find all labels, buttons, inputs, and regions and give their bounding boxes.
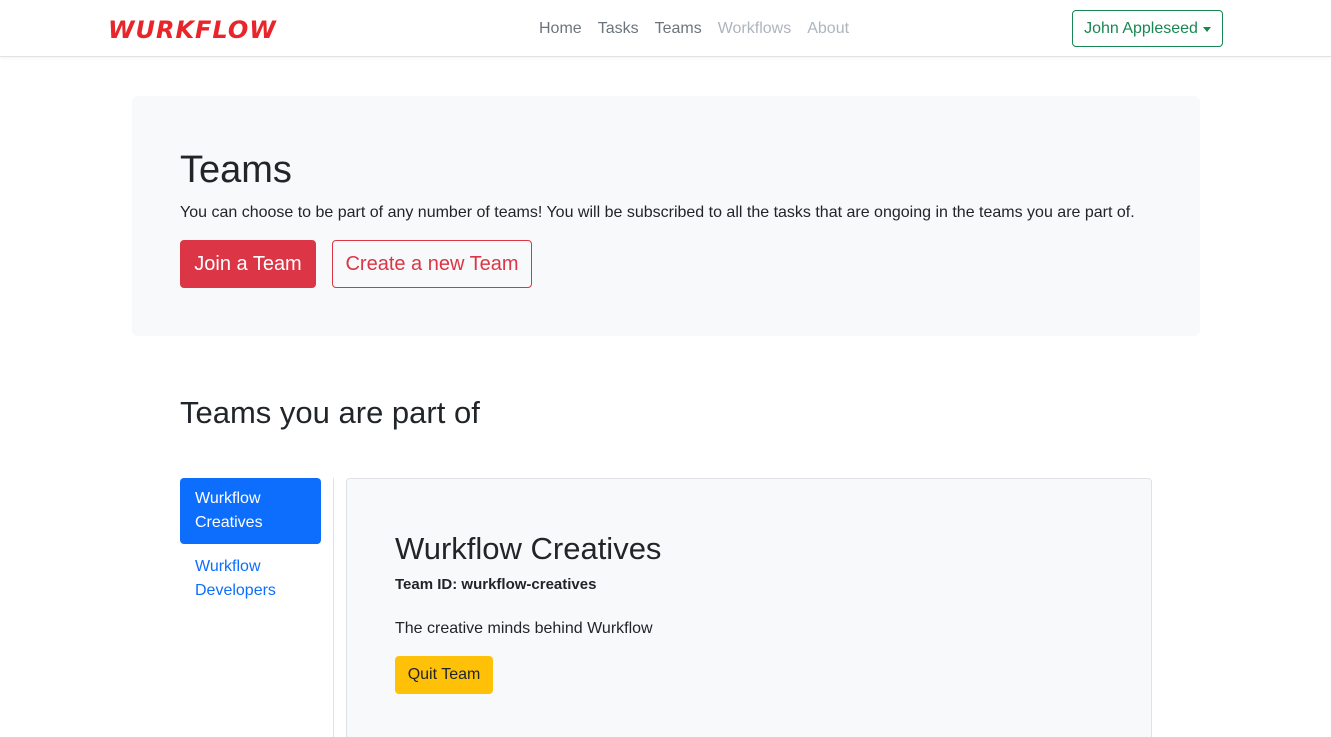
create-team-button[interactable]: Create a new Team <box>332 240 532 288</box>
nav-link-about[interactable]: About <box>807 18 849 40</box>
team-list: Wurkflow Creatives Wurkflow Developers <box>180 478 321 614</box>
hero-description: You can choose to be part of any number … <box>180 204 1135 221</box>
user-menu-button[interactable]: John Appleseed <box>1072 10 1223 47</box>
nav-link-workflows[interactable]: Workflows <box>718 18 792 40</box>
user-name: John Appleseed <box>1084 19 1198 37</box>
team-list-item-creatives[interactable]: Wurkflow Creatives <box>180 478 321 544</box>
section-title: Teams you are part of <box>180 395 480 430</box>
nav-link-teams[interactable]: Teams <box>655 18 702 40</box>
team-id: Team ID: wurkflow-creatives <box>395 576 597 593</box>
brand-logo[interactable]: WURKFLOW <box>108 15 277 45</box>
team-list-item-developers[interactable]: Wurkflow Developers <box>180 546 321 612</box>
team-name: Wurkflow Creatives <box>395 531 662 566</box>
nav-link-home[interactable]: Home <box>539 18 582 40</box>
caret-down-icon <box>1202 27 1211 32</box>
team-detail-card: Wurkflow Creatives Team ID: wurkflow-cre… <box>346 478 1152 737</box>
quit-team-button[interactable]: Quit Team <box>395 656 493 694</box>
main-nav: Home Tasks Teams Workflows About <box>539 18 849 40</box>
page-title: Teams <box>180 149 292 191</box>
team-description: The creative minds behind Wurkflow <box>395 620 653 637</box>
join-team-button[interactable]: Join a Team <box>180 240 316 288</box>
top-navbar: WURKFLOW Home Tasks Teams Workflows Abou… <box>0 0 1331 57</box>
teams-hero: Teams You can choose to be part of any n… <box>132 96 1200 336</box>
vertical-divider <box>333 478 334 737</box>
nav-link-tasks[interactable]: Tasks <box>598 18 639 40</box>
